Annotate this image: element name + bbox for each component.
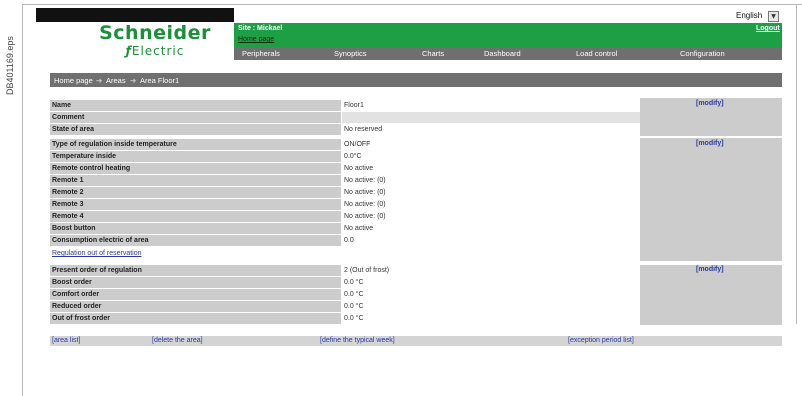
breadcrumb-current: Area Floor1 (140, 76, 180, 85)
table-row: Out of frost order 0.0 °C (50, 313, 640, 324)
row-value: No active (344, 165, 374, 172)
margin-label-text: DB401169.eps (5, 36, 15, 95)
table-row: Consumption electric of area 0.0 (50, 235, 640, 246)
row-value: ON/OFF (344, 141, 371, 148)
table-row: Present order of regulation 2 (Out of fr… (50, 265, 640, 276)
home-page-link[interactable]: Home page (238, 36, 274, 43)
logo-sub: ƒElectric (125, 44, 185, 58)
row-label: Name (50, 100, 341, 111)
table-row: Boost order 0.0 °C (50, 277, 640, 288)
logout-link[interactable]: Logout (756, 25, 780, 32)
margin-label: DB401169.eps (0, 0, 15, 100)
row-value: 2 (Out of frost) (344, 267, 390, 274)
row-label: Remote 3 (50, 199, 341, 210)
modify-link[interactable]: [modify] (696, 100, 724, 107)
row-value: 0.0 (344, 237, 354, 244)
row-value: 0.0 °C (344, 303, 364, 310)
main-nav: Peripherals Synoptics Charts Dashboard L… (234, 47, 782, 60)
row-value: No active (344, 225, 374, 232)
row-value: 0.0 °C (344, 279, 364, 286)
row-value: No active: (0) (344, 189, 386, 196)
table-row: Remote 3 No active: (0) (50, 199, 640, 210)
table-row: State of area No reserved (50, 124, 640, 135)
row-label: Comfort order (50, 289, 341, 300)
row-label: Comment (50, 112, 341, 123)
nav-peripherals[interactable]: Peripherals (242, 49, 280, 58)
row-value: Floor1 (344, 102, 364, 109)
row-label: Consumption electric of area (50, 235, 341, 246)
nav-load-control[interactable]: Load control (576, 49, 617, 58)
row-label: Present order of regulation (50, 265, 341, 276)
table-row: Remote 2 No active: (0) (50, 187, 640, 198)
modify-link[interactable]: [modify] (696, 266, 724, 273)
breadcrumb-arrow-icon: ➔ (130, 76, 137, 85)
frame-top-line (22, 4, 802, 5)
footer-links-bar: [area list] [delete the area] [define th… (50, 336, 782, 346)
chevron-down-icon[interactable]: ▼ (768, 11, 779, 22)
define-typical-week-link[interactable]: [define the typical week] (320, 337, 395, 344)
frame-left-line (22, 4, 23, 396)
table-row: Name Floor1 (50, 100, 640, 111)
breadcrumb: Home page ➔ Areas ➔ Area Floor1 (50, 73, 782, 87)
table-row: Type of regulation inside temperature ON… (50, 139, 640, 150)
row-label: Remote 4 (50, 211, 341, 222)
table-row: Comfort order 0.0 °C (50, 289, 640, 300)
regulation-out-of-reservation-link[interactable]: Regulation out of reservation (52, 250, 142, 257)
row-label: Reduced order (50, 301, 341, 312)
logo-sub-text: Electric (131, 44, 185, 58)
row-value: No active: (0) (344, 213, 386, 220)
table-row: Reduced order 0.0 °C (50, 301, 640, 312)
row-label: Out of frost order (50, 313, 341, 324)
row-value: No active: (0) (344, 201, 386, 208)
row-value: No reserved (344, 126, 383, 133)
site-name: Site : Mickael (238, 25, 283, 32)
row-label: Remote control heating (50, 163, 341, 174)
nav-synoptics[interactable]: Synoptics (334, 49, 367, 58)
row-value: 0.0 °C (344, 315, 364, 322)
breadcrumb-home[interactable]: Home page (54, 76, 93, 85)
logo-brand: Schneider (99, 22, 211, 44)
delete-area-link[interactable]: [delete the area] (152, 337, 203, 344)
nav-charts[interactable]: Charts (422, 49, 444, 58)
frame-right-line (796, 4, 797, 324)
header-black-bar (36, 8, 234, 22)
table-row: Boost button No active (50, 223, 640, 234)
area-list-link[interactable]: [area list] (52, 337, 80, 344)
row-value (342, 112, 640, 123)
nav-configuration[interactable]: Configuration (680, 49, 725, 58)
table-row: Comment (50, 112, 640, 123)
table-row: Temperature inside 0.0°C (50, 151, 640, 162)
schneider-logo: Schneider ƒElectric (80, 22, 230, 58)
nav-dashboard[interactable]: Dashboard (484, 49, 521, 58)
row-label: Temperature inside (50, 151, 341, 162)
row-value: 0.0°C (344, 153, 362, 160)
row-value: 0.0 °C (344, 291, 364, 298)
table-row: Remote control heating No active (50, 163, 640, 174)
modify-panel-2 (640, 138, 782, 261)
row-label: Remote 1 (50, 175, 341, 186)
row-label: Type of regulation inside temperature (50, 139, 341, 150)
row-value: No active: (0) (344, 177, 386, 184)
modify-panel-3 (640, 265, 782, 325)
language-select[interactable]: English (736, 11, 762, 20)
table-row: Remote 4 No active: (0) (50, 211, 640, 222)
row-label: Boost order (50, 277, 341, 288)
exception-period-list-link[interactable]: [exception period list] (568, 337, 634, 344)
row-label: Boost button (50, 223, 341, 234)
breadcrumb-areas[interactable]: Areas (106, 76, 126, 85)
table-row: Remote 1 No active: (0) (50, 175, 640, 186)
breadcrumb-arrow-icon: ➔ (96, 76, 103, 85)
row-label: Remote 2 (50, 187, 341, 198)
row-label: State of area (50, 124, 341, 135)
header-green-bar (234, 23, 782, 47)
modify-link[interactable]: [modify] (696, 140, 724, 147)
